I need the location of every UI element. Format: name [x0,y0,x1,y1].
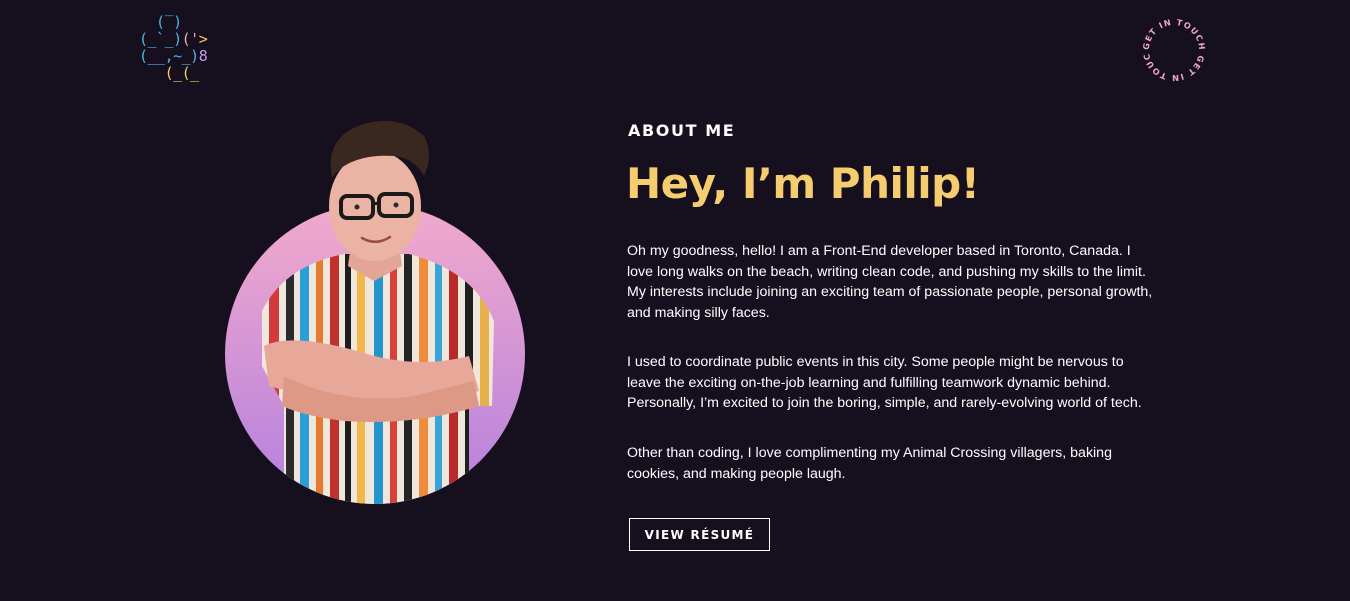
about-paragraph-1: Oh my goodness, hello! I am a Front-End … [627,243,1153,322]
circular-text-icon: GET IN TOUCH GET IN TOUCH [1138,14,1207,83]
logo-glyph: (_(_ [139,64,200,82]
get-in-touch-text: GET IN TOUCH GET IN TOUCH [1138,14,1207,83]
page-title: Hey, I’m Philip! [626,159,980,208]
logo-glyph: > [198,30,208,48]
get-in-touch-badge[interactable]: GET IN TOUCH GET IN TOUCH [1138,14,1210,86]
profile-photo [224,106,527,506]
logo-glyph: (_`_) [139,30,182,48]
view-resume-button[interactable]: VIEW RÉSUMÉ [629,518,770,551]
ascii-bear-logo-icon: (‾) (_`_)('> (__,~_)8 (_(_ [139,14,219,82]
logo-glyph: (‾) [139,13,182,31]
site-logo[interactable]: (‾) (_`_)('> (__,~_)8 (_(_ [139,14,219,88]
about-paragraph-2: I used to coordinate public events in th… [627,354,1142,412]
section-eyebrow: ABOUT ME [628,121,736,140]
logo-glyph: (__,~_) [139,47,199,65]
about-page: (‾) (_`_)('> (__,~_)8 (_(_ GET IN TOUCH … [0,0,1350,601]
about-paragraph-3: Other than coding, I love complimenting … [627,445,1112,482]
logo-glyph: (' [181,30,200,48]
logo-glyph: 8 [198,47,208,65]
